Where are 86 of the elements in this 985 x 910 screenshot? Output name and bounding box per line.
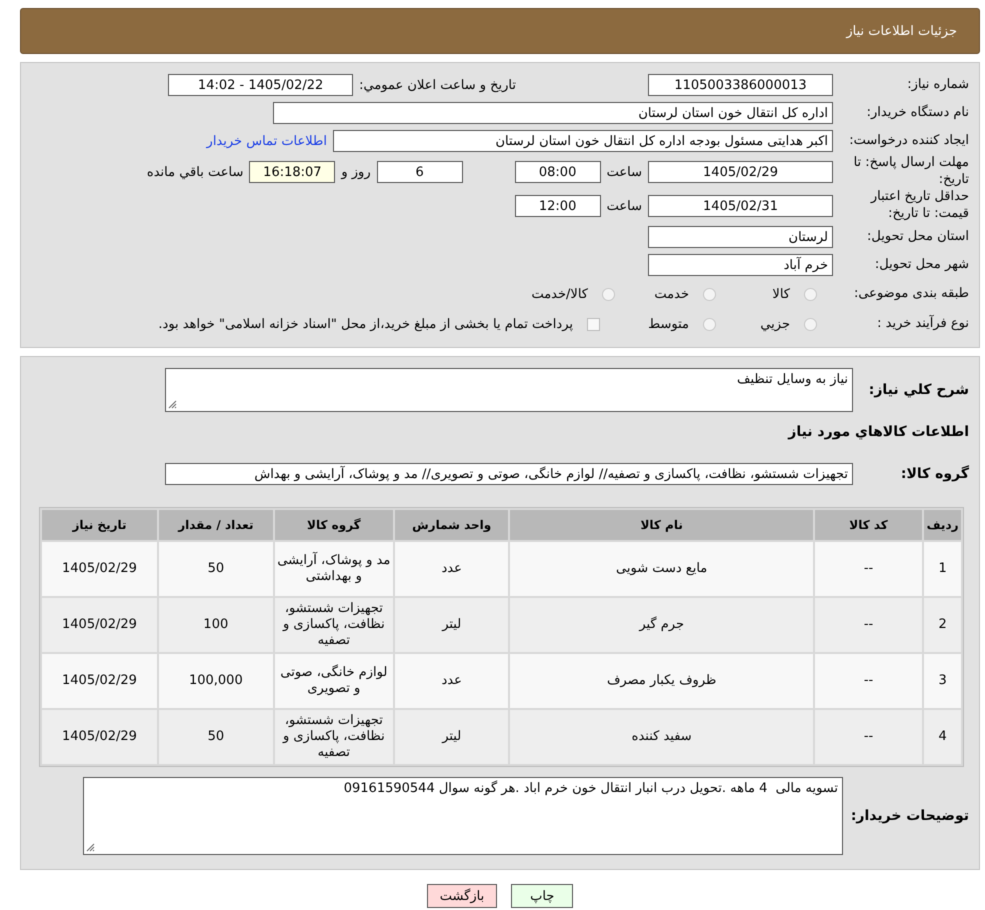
radio-label: کالا/خدمت [531, 286, 588, 302]
input-field[interactable]: خرم آباد [648, 254, 833, 276]
table-cell: مایع دست شویی [510, 542, 813, 596]
table-cell: 1 [924, 542, 961, 596]
section-title: اطلاعات کالاهاي مورد نیاز [786, 422, 969, 442]
input-field[interactable]: 08:00 [514, 161, 601, 183]
back-button[interactable]: بازگشت [426, 884, 498, 908]
column-header: ردیف [924, 510, 961, 540]
table-cell: -- [814, 542, 922, 596]
checkbox-label: پرداخت تمام یا بخشی از مبلغ خرید،از محل "اسناد خزانه اسلامی" خواهد بود. [158, 316, 573, 332]
table-cell: لوازم خانگی، صوتی و تصویری [274, 654, 393, 708]
field-label: نام دستگاه خریدار: [866, 104, 969, 122]
table-cell: 50 [158, 542, 273, 596]
column-header: نام کالا [510, 510, 813, 540]
table-cell: لیتر [394, 598, 508, 652]
field-label: حداقل تاریخ اعتبار قیمت: تا تاریخ: [869, 189, 969, 223]
field-label: مهلت ارسال پاسخ: تا تاریخ: [852, 155, 969, 189]
table-cell: تجهیزات شستشو، نظافت، پاکسازی و تصفیه [274, 710, 393, 764]
field-label: ساعت [606, 164, 642, 180]
table-cell: عدد [394, 654, 508, 708]
input-field[interactable]: 1405/02/29 [648, 161, 833, 183]
input-field[interactable]: 1405/02/31 [648, 195, 833, 217]
field-label: ایجاد کننده درخواست: [848, 132, 969, 150]
table-cell: 100,000 [158, 654, 273, 708]
field-label: تاریخ و ساعت اعلان عمومي: [359, 78, 516, 92]
table-cell: -- [814, 654, 922, 708]
input-field[interactable]: 6 [376, 161, 463, 183]
field-label: استان محل تحویل: [866, 228, 969, 246]
description-field[interactable]: نیاز به وسایل تنظیف [165, 368, 853, 412]
field-label: شرح کلي نیاز: [868, 380, 969, 400]
notes-field[interactable]: تسویه مالی 4 ماهه .تحویل درب انبار انتقال خون خرم اباد .هر گونه سوال 09161590544 [83, 777, 843, 855]
input-field[interactable]: اداره کل انتقال خون استان لرستان [273, 102, 833, 124]
radio-button[interactable] [804, 288, 817, 300]
column-header: تعداد / مقدار [158, 510, 273, 540]
field-label: ساعت باقي مانده [146, 164, 244, 180]
table-cell: 100 [158, 598, 273, 652]
table-cell: مد و پوشاک، آرایشی و بهداشتی [274, 542, 393, 596]
radio-label: خدمت [654, 286, 689, 302]
table-cell: 3 [924, 654, 961, 708]
table-cell: جرم گیر [510, 598, 813, 652]
column-header: تاریخ نیاز [42, 510, 157, 540]
field-label: طبقه بندی موضوعی: [852, 286, 969, 302]
input-field[interactable]: اکبر هدایتی مسئول بودجه اداره کل انتقال خون استان لرستان [333, 130, 833, 152]
resize-grip-icon[interactable] [86, 843, 95, 852]
table-cell: تجهیزات شستشو، نظافت، پاکسازی و تصفیه [274, 598, 393, 652]
input-field[interactable]: 1405/02/22 - 14:02 [168, 74, 354, 96]
print-button[interactable]: چاپ [511, 884, 574, 908]
field-label: ساعت [606, 198, 642, 214]
field-label: نوع فرآیند خرید : [876, 316, 969, 332]
table-cell: لیتر [394, 710, 508, 764]
table-cell: 50 [158, 710, 273, 764]
field-label: توضیحات خریدار: [850, 806, 969, 826]
radio-label: جزيي [760, 316, 790, 332]
table-cell: 1405/02/29 [42, 654, 157, 708]
contact-link[interactable]: اطلاعات تماس خریدار [206, 134, 327, 148]
radio-button[interactable] [703, 288, 716, 300]
radio-button[interactable] [703, 318, 716, 330]
resize-grip-icon[interactable] [168, 400, 177, 409]
field-label: شماره نیاز: [906, 76, 969, 94]
radio-button[interactable] [804, 318, 817, 330]
radio-button[interactable] [602, 288, 615, 300]
radio-label: کالا [772, 286, 790, 302]
field-label: گروه کالا: [900, 464, 969, 484]
table-cell: -- [814, 598, 922, 652]
input-field[interactable]: لرستان [648, 226, 833, 248]
table-cell: سفید کننده [510, 710, 813, 764]
input-field[interactable]: تجهیزات شستشو، نظافت، پاکسازی و تصفیه// لوازم خانگی، صوتی و تصویری// مد و پوشاک، آرایشی و بهداش [165, 463, 853, 485]
table-cell: 1405/02/29 [42, 710, 157, 764]
field-label: شهر محل تحویل: [874, 256, 969, 274]
column-header: کد کالا [814, 510, 922, 540]
table-cell: -- [814, 710, 922, 764]
field-label: روز و [341, 164, 371, 180]
checkbox[interactable] [587, 318, 600, 330]
input-field[interactable]: 1105003386000013 [648, 74, 833, 96]
radio-label: متوسط [648, 316, 689, 332]
header-title: جزئیات اطلاعات نیاز [846, 24, 957, 38]
input-field[interactable]: 12:00 [514, 195, 601, 217]
table-cell: عدد [394, 542, 508, 596]
countdown-field: 16:18:07 [249, 161, 336, 183]
table-cell: 4 [924, 710, 961, 764]
table-cell: ظروف یکبار مصرف [510, 654, 813, 708]
table-cell: 1405/02/29 [42, 542, 157, 596]
column-header: گروه کالا [274, 510, 393, 540]
table-cell: 1405/02/29 [42, 598, 157, 652]
column-header: واحد شمارش [394, 510, 508, 540]
table-cell: 2 [924, 598, 961, 652]
